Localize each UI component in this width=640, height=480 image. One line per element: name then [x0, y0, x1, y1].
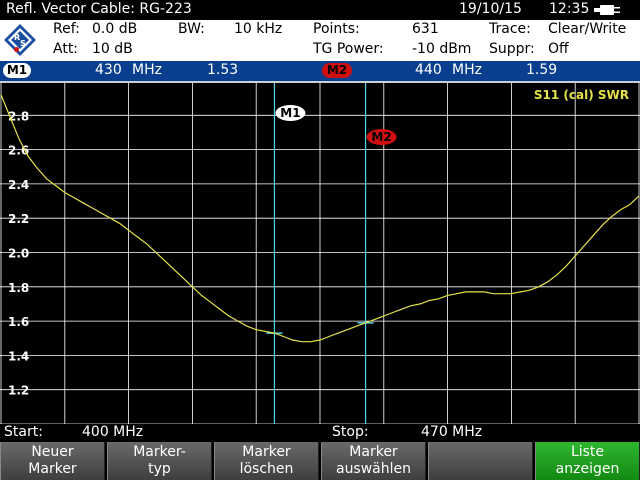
softkey-line: Marker [349, 444, 398, 460]
marker-type-button[interactable]: Marker- typ [107, 442, 212, 480]
tg-power-label: TG Power: [313, 41, 384, 57]
trace-legend: S11 (cal) SWR [534, 88, 629, 102]
softkey-line: Neuer [31, 444, 74, 460]
frequency-range-bar: Start: 400 MHz Stop: 470 MHz [0, 424, 640, 442]
start-value: 400 MHz [82, 424, 144, 440]
y-tick-label: 2.4 [8, 178, 29, 192]
empty-softkey[interactable] [428, 442, 533, 480]
softkey-line: Marker [242, 444, 291, 460]
marker-m2-badge[interactable]: M2 [322, 63, 352, 78]
trace-label: Trace: [489, 21, 531, 37]
marker-bar: M1 430 MHz 1.53 M2 440 MHz 1.59 [0, 61, 640, 81]
stop-value: 470 MHz [421, 424, 483, 440]
y-tick-label: 2.0 [8, 247, 29, 261]
delete-marker-button[interactable]: Marker löschen [214, 442, 319, 480]
bw-label: BW: [178, 21, 205, 37]
start-label: Start: [4, 424, 43, 440]
marker-m1-freq: 430 [95, 62, 122, 78]
points-label: Points: [313, 21, 360, 37]
window-title: Refl. Vector Cable: RG-223 [6, 1, 192, 17]
att-value: 10 dB [92, 41, 133, 57]
date-display: 19/10/15 [459, 1, 522, 17]
bw-value: 10 kHz [234, 21, 283, 37]
suppr-label: Suppr: [489, 41, 535, 57]
softkey-line: Marker [28, 461, 77, 477]
select-marker-button[interactable]: Marker auswählen [321, 442, 426, 480]
marker-label-m1[interactable]: M1 [275, 105, 306, 121]
softkey-bar: Neuer Marker Marker- typ Marker löschen … [0, 442, 640, 480]
points-value: 631 [412, 21, 439, 37]
new-marker-button[interactable]: Neuer Marker [0, 442, 105, 480]
y-tick-label: 1.8 [8, 281, 29, 295]
trace-value: Clear/Write [548, 21, 627, 37]
ref-value: 0.0 dB [92, 21, 138, 37]
rs-logo-icon: R S [4, 24, 36, 56]
marker-m2-freq: 440 [415, 62, 442, 78]
svg-text:S: S [20, 39, 26, 48]
plot-border [0, 81, 640, 83]
att-label: Att: [53, 41, 79, 57]
ref-label: Ref: [53, 21, 80, 37]
show-list-button[interactable]: Liste anzeigen [535, 442, 640, 480]
marker-label-text: M1 [280, 106, 300, 120]
marker-m1-badge[interactable]: M1 [3, 63, 31, 78]
marker-m2-value: 1.59 [526, 62, 558, 78]
softkey-line: anzeigen [555, 461, 620, 477]
att-indicator-dot [14, 47, 19, 52]
time-display: 12:35 [549, 1, 590, 17]
marker-m2-unit: MHz [452, 62, 482, 78]
softkey-line: löschen [239, 461, 294, 477]
battery-plug-icon [594, 5, 620, 15]
marker-m1-value: 1.53 [207, 62, 239, 78]
y-tick-label: 1.4 [8, 349, 29, 363]
marker-m1-unit: MHz [132, 62, 162, 78]
marker-label-m2[interactable]: M2 [366, 129, 397, 145]
y-tick-label: 2.2 [8, 212, 29, 226]
suppr-value: Off [548, 41, 569, 57]
y-tick-label: 1.6 [8, 315, 29, 329]
softkey-line: Marker- [133, 444, 186, 460]
tg-power-value: -10 dBm [412, 41, 472, 57]
settings-panel: R S Ref: 0.0 dB Att: 10 dB BW: 10 kHz Po… [0, 20, 640, 61]
y-tick-label: 1.2 [8, 384, 29, 398]
title-bar: Refl. Vector Cable: RG-223 19/10/15 12:3… [0, 0, 640, 20]
marker-label-text: M2 [371, 130, 391, 144]
y-tick-label: 2.6 [8, 144, 29, 158]
softkey-line: typ [148, 461, 171, 477]
swr-plot[interactable]: 2.82.62.42.22.01.81.61.41.2 S11 (cal) SW… [0, 81, 640, 424]
stop-label: Stop: [332, 424, 369, 440]
softkey-line: Liste [570, 444, 605, 460]
softkey-line: auswählen [335, 461, 412, 477]
